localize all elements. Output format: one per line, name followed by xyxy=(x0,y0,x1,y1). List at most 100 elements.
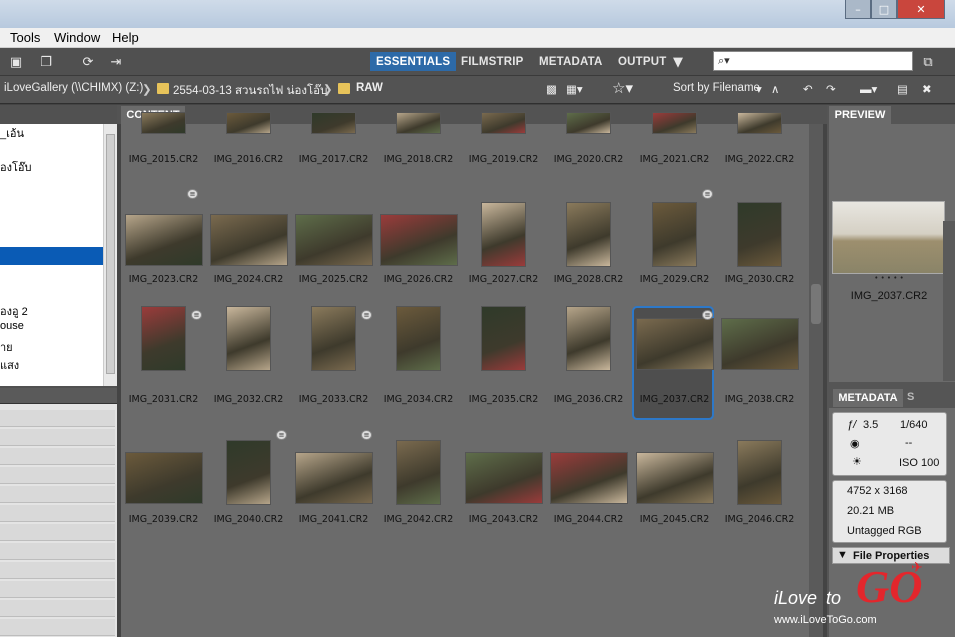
thumbnail-filename: IMG_2015.CR2 xyxy=(128,154,199,165)
sort-dropdown[interactable]: Sort by Filename xyxy=(673,82,760,94)
search-input[interactable]: ⌕▾ xyxy=(713,51,913,71)
tab-preview[interactable]: PREVIEW xyxy=(829,106,891,124)
thumbnail-image[interactable] xyxy=(549,452,628,504)
rotate-sync-icon[interactable]: ⟳ xyxy=(78,53,98,71)
thumbnail-image[interactable] xyxy=(124,214,203,266)
star-filter-icon[interactable]: ☆▾ xyxy=(612,79,633,97)
thumbnail-image[interactable] xyxy=(481,306,526,371)
thumbnail-image[interactable] xyxy=(396,112,441,134)
thumbnail-image[interactable] xyxy=(635,318,714,370)
stack-badge-icon[interactable]: ≡ xyxy=(702,310,713,320)
thumbnail-image[interactable] xyxy=(209,214,288,266)
thumbnail-image[interactable] xyxy=(396,306,441,371)
trash-icon[interactable]: ✖ xyxy=(922,82,932,96)
workspace-dropdown-icon[interactable]: ▼ xyxy=(668,53,688,71)
thumbnail-image[interactable] xyxy=(124,452,203,504)
folder-item-selected[interactable] xyxy=(0,247,103,265)
folder-item[interactable]: ่องโอ๊บ xyxy=(0,158,31,176)
open-recent-icon[interactable]: ▬▾ xyxy=(860,82,877,96)
folders-scrollbar[interactable] xyxy=(103,124,117,386)
folder-item[interactable]: แสง xyxy=(0,356,19,374)
folder-item[interactable]: องอู 2 xyxy=(0,302,28,320)
thumbnail-filename: IMG_2028.CR2 xyxy=(553,274,624,285)
thumbnail-image[interactable] xyxy=(481,112,526,134)
thumbnail-image[interactable] xyxy=(481,202,526,267)
camera-import-icon[interactable]: ▣ xyxy=(6,53,26,71)
thumbnail-image[interactable] xyxy=(294,452,373,504)
workspace-filmstrip[interactable]: FILMSTRIP xyxy=(455,52,530,71)
thumbnail-image[interactable] xyxy=(226,306,271,371)
filter-panel-header[interactable] xyxy=(0,388,117,404)
filter-row[interactable] xyxy=(0,543,115,560)
tab-keywords[interactable]: S xyxy=(907,391,914,403)
filter-row[interactable] xyxy=(0,524,115,541)
menu-window[interactable]: Window xyxy=(54,30,100,45)
maximize-button[interactable]: □ xyxy=(871,0,897,19)
thumbnail-image[interactable] xyxy=(737,202,782,267)
preview-image[interactable] xyxy=(832,201,945,274)
thumbnail-image[interactable] xyxy=(464,452,543,504)
thumbnail-image[interactable] xyxy=(141,306,186,371)
filter-row[interactable] xyxy=(0,429,115,446)
sort-ascending-icon[interactable]: ∧ xyxy=(771,82,779,96)
workspace-essentials[interactable]: ESSENTIALS xyxy=(370,52,457,71)
thumbnail-image[interactable] xyxy=(635,452,714,504)
rotate-right-icon[interactable]: ↷ xyxy=(826,82,836,96)
stack-badge-icon[interactable]: ≡ xyxy=(191,310,202,320)
refine-icon[interactable]: ❐ xyxy=(36,53,56,71)
thumbnail-image[interactable] xyxy=(379,214,458,266)
folder-item[interactable]: ouse xyxy=(0,320,24,338)
thumbnail-image[interactable] xyxy=(226,112,271,134)
folder-item[interactable]: าย xyxy=(0,338,13,356)
preview-scrollbar[interactable] xyxy=(943,221,955,381)
content-scrollbar[interactable] xyxy=(809,124,823,637)
thumbnail-image[interactable] xyxy=(226,440,271,505)
breadcrumb-folder[interactable]: 2554-03-13 สวนรถไฟ น่องโอ๊บ xyxy=(173,82,327,100)
thumbnail-image[interactable] xyxy=(566,112,611,134)
thumbnail-image[interactable] xyxy=(652,112,697,134)
stack-badge-icon[interactable]: ≡ xyxy=(361,430,372,440)
menu-tools[interactable]: Tools xyxy=(10,30,40,45)
stack-badge-icon[interactable]: ≡ xyxy=(276,430,287,440)
stack-badge-icon[interactable]: ≡ xyxy=(361,310,372,320)
filter-row[interactable] xyxy=(0,410,115,427)
thumbnail-quality-icon[interactable]: ▦▾ xyxy=(566,82,583,96)
thumbnail-image[interactable] xyxy=(737,112,782,134)
thumbnail-image[interactable] xyxy=(311,112,356,134)
menu-help[interactable]: Help xyxy=(112,30,139,45)
thumbnail-image[interactable] xyxy=(720,318,799,370)
filter-row[interactable] xyxy=(0,562,115,579)
new-folder-icon[interactable]: ▤ xyxy=(897,82,908,96)
filter-row[interactable] xyxy=(0,581,115,598)
breadcrumb-drive[interactable]: iLoveGallery (\\CHIMX) (Z:) xyxy=(4,82,143,94)
breadcrumb-raw[interactable]: RAW xyxy=(356,82,383,94)
folder-item[interactable]: ุ_เอ้น xyxy=(0,124,24,142)
output-icon[interactable]: ⇥ xyxy=(106,53,126,71)
thumbnail-image[interactable] xyxy=(141,112,186,134)
thumbnail-image[interactable] xyxy=(652,202,697,267)
filter-row[interactable] xyxy=(0,486,115,503)
thumbnail-image[interactable] xyxy=(294,214,373,266)
chevron-down-icon: ▼ xyxy=(837,549,848,561)
thumbnail-image[interactable] xyxy=(737,440,782,505)
title-bar: – □ ✕ xyxy=(0,0,955,28)
thumbnail-image[interactable] xyxy=(566,202,611,267)
close-button[interactable]: ✕ xyxy=(897,0,945,19)
stack-badge-icon[interactable]: ≡ xyxy=(187,189,198,199)
thumbnail-image[interactable] xyxy=(311,306,356,371)
tab-metadata[interactable]: METADATA xyxy=(833,389,903,407)
filter-row[interactable] xyxy=(0,448,115,465)
rotate-left-icon[interactable]: ↶ xyxy=(803,82,813,96)
compact-mode-icon[interactable]: ⧉ xyxy=(918,53,938,71)
minimize-button[interactable]: – xyxy=(845,0,871,19)
workspace-metadata[interactable]: METADATA xyxy=(533,52,609,71)
thumbnail-image[interactable] xyxy=(566,306,611,371)
stack-badge-icon[interactable]: ≡ xyxy=(702,189,713,199)
filter-row[interactable] xyxy=(0,619,115,636)
filter-row[interactable] xyxy=(0,600,115,617)
filter-row[interactable] xyxy=(0,505,115,522)
quality-icon[interactable]: ▩ xyxy=(546,82,557,96)
workspace-output[interactable]: OUTPUT xyxy=(612,52,672,71)
filter-row[interactable] xyxy=(0,467,115,484)
thumbnail-image[interactable] xyxy=(396,440,441,505)
